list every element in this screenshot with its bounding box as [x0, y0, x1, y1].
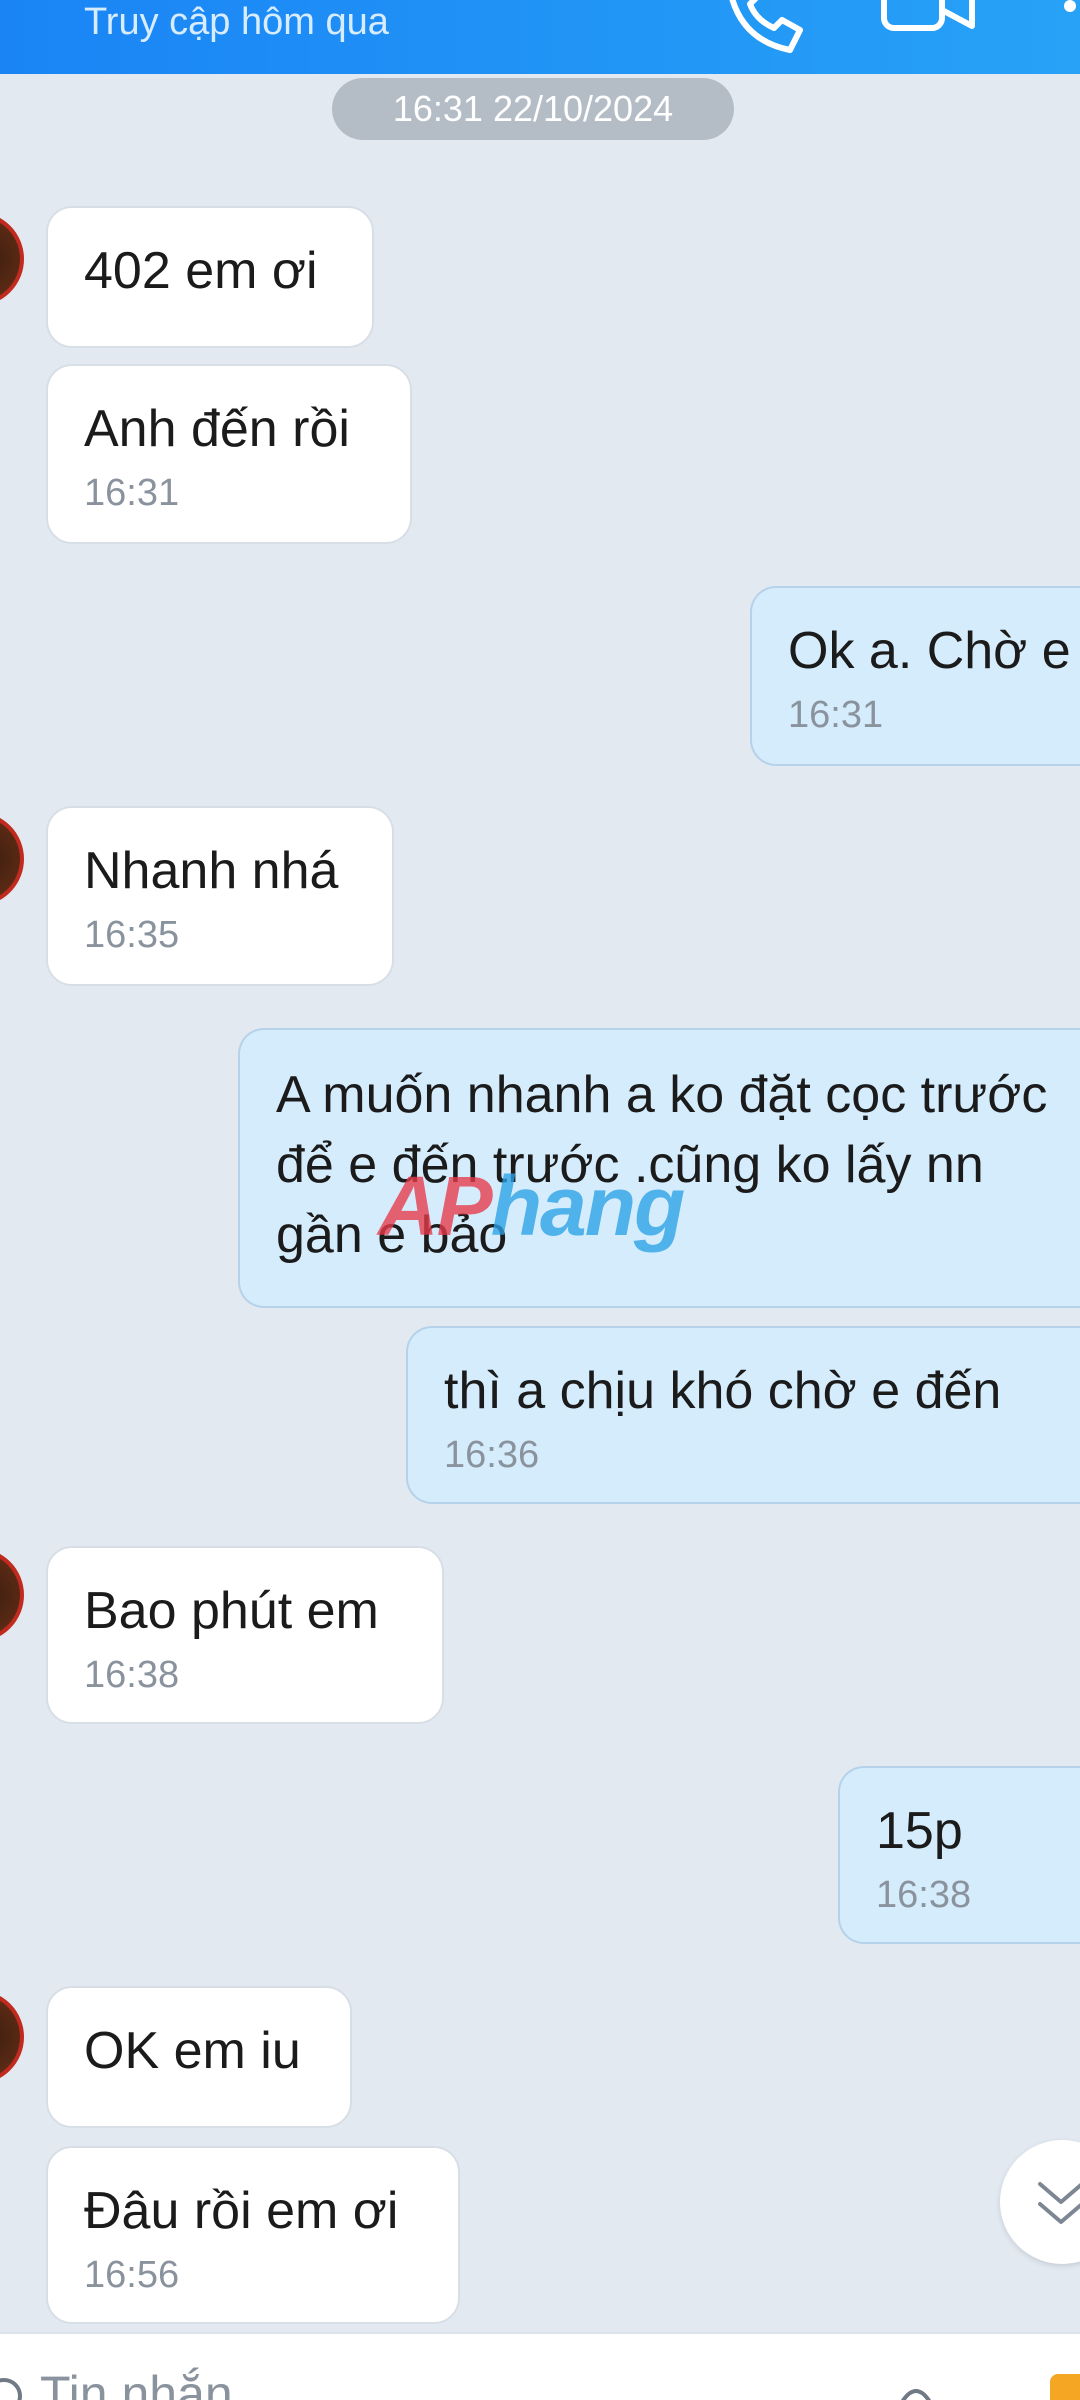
message-time: 16:31	[84, 472, 180, 514]
contact-avatar[interactable]	[0, 1548, 24, 1642]
chat-screen: Truy cập hôm qua 16:31 22/10/2024 402 em…	[0, 0, 1080, 2400]
incoming-message[interactable]: 402 em ơi	[46, 206, 374, 348]
message-time: 16:38	[84, 1654, 180, 1696]
contact-avatar[interactable]	[0, 212, 24, 306]
message-composer	[0, 2332, 1080, 2400]
chat-header: Truy cập hôm qua	[0, 0, 1080, 74]
message-text: thì a chịu khó chờ e đến	[444, 1362, 1002, 1420]
sticker-icon[interactable]	[896, 2378, 936, 2400]
message-text: 15p	[876, 1802, 963, 1860]
outgoing-message[interactable]: thì a chịu khó chờ e đến 16:36	[406, 1326, 1080, 1504]
emoji-icon[interactable]	[0, 2376, 24, 2400]
message-time: 16:31	[788, 694, 884, 736]
message-text: Anh đến rồi	[84, 400, 350, 458]
outgoing-message[interactable]: 15p 16:38	[838, 1766, 1080, 1944]
last-seen-status: Truy cập hôm qua	[84, 1, 389, 43]
message-text: Đâu rồi em ơi	[84, 2182, 399, 2240]
message-text: Nhanh nhá	[84, 842, 339, 900]
outgoing-message[interactable]: Ok a. Chờ e 16:31	[750, 586, 1080, 766]
image-icon[interactable]	[1050, 2374, 1080, 2400]
message-time: 16:35	[84, 914, 180, 956]
phone-icon[interactable]	[720, 0, 810, 60]
video-call-icon[interactable]	[880, 0, 980, 40]
message-text: Ok a. Chờ e	[788, 622, 1071, 680]
incoming-message[interactable]: Anh đến rồi 16:31	[46, 364, 412, 544]
incoming-message[interactable]: Đâu rồi em ơi 16:56	[46, 2146, 460, 2324]
more-icon[interactable]	[1060, 0, 1080, 40]
incoming-message[interactable]: Bao phút em 16:38	[46, 1546, 444, 1724]
scroll-to-bottom-button[interactable]	[1000, 2140, 1080, 2264]
message-text: OK em iu	[84, 2022, 301, 2080]
message-input[interactable]	[40, 2364, 860, 2400]
message-time: 16:56	[84, 2254, 180, 2296]
message-text: 402 em ơi	[84, 242, 318, 300]
incoming-message[interactable]: Nhanh nhá 16:35	[46, 806, 394, 986]
message-time: 16:38	[876, 1874, 972, 1916]
contact-avatar[interactable]	[0, 812, 24, 906]
message-time: 16:36	[444, 1434, 540, 1476]
message-text: Bao phút em	[84, 1582, 379, 1640]
date-separator: 16:31 22/10/2024	[332, 78, 734, 140]
watermark-logo: APhang	[378, 1159, 685, 1253]
contact-avatar[interactable]	[0, 1990, 24, 2084]
incoming-message[interactable]: OK em iu	[46, 1986, 352, 2128]
